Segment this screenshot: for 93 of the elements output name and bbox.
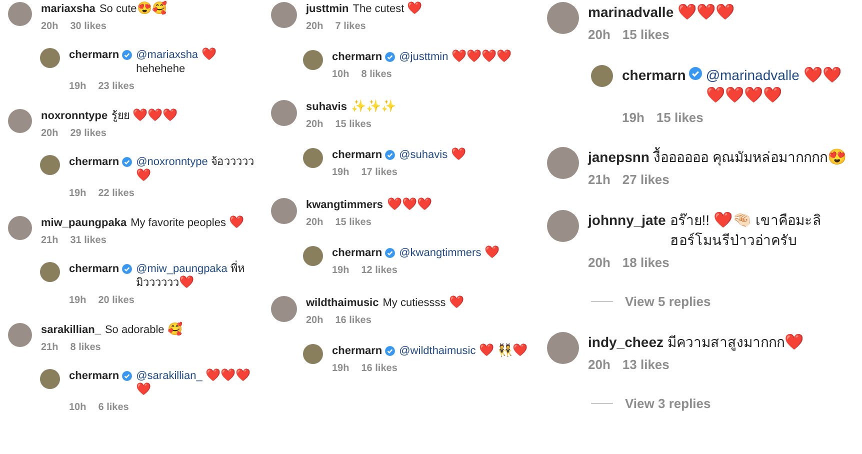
comment-time: 19h [332, 264, 350, 278]
comment-time: 20h [41, 20, 58, 34]
comment-text: ❤❤❤ [387, 198, 434, 212]
comment-time: 19h [69, 294, 86, 308]
username[interactable]: wildthaimusic [306, 296, 379, 310]
avatar [303, 148, 323, 168]
username[interactable]: chermarn [69, 262, 120, 276]
comment-time: 20h [306, 20, 324, 34]
avatar [8, 216, 32, 240]
avatar [40, 155, 60, 175]
mention-link[interactable]: @kwangtimmers [399, 247, 482, 259]
username[interactable]: indy_cheez [588, 332, 664, 352]
comment-text: @justtmin ❤❤❤❤ [399, 50, 513, 64]
comment-text: The cutest ❤ [352, 2, 424, 16]
comment-time: 20h [588, 26, 610, 44]
username[interactable]: miw_paungpaka [41, 216, 127, 230]
avatar [303, 246, 323, 266]
comment-time: 19h [69, 80, 86, 94]
comment-text: มีความสาสูงมากกก❤ [667, 332, 804, 352]
comment-time: 19h [69, 187, 86, 201]
username[interactable]: johnny_jate [588, 210, 666, 230]
comment-text: @kwangtimmers ❤ [399, 246, 501, 260]
username[interactable]: sarakillian_ [41, 323, 101, 337]
username[interactable]: chermarn [69, 48, 120, 62]
comment-text: ✨✨✨ [350, 100, 397, 114]
comment-time: 19h [332, 362, 350, 376]
mention-link[interactable]: @marinadvalle [706, 66, 800, 82]
comment-text: อร๊าย!! ❤🤏🏻 เขาคือมะลิฮอร์โมนรีป่าวอ่าครับ [670, 210, 822, 250]
comment-time: 20h [306, 216, 324, 230]
comment-time: 20h [588, 356, 610, 374]
comment-time: 20h [588, 254, 610, 272]
mention-link[interactable]: @suhavis [399, 149, 448, 161]
username[interactable]: chermarn [332, 50, 382, 64]
username[interactable]: chermarn [69, 155, 120, 169]
mention-link[interactable]: @sarakillian_ [136, 370, 202, 382]
comment-time: 19h [622, 108, 644, 126]
mention-link[interactable]: @mariaxsha [136, 49, 198, 61]
comment-time: 10h [69, 401, 86, 415]
comment-time: 21h [588, 171, 610, 189]
avatar [591, 64, 613, 86]
username[interactable]: justtmin [306, 2, 349, 16]
avatar [271, 296, 297, 322]
avatar [40, 262, 60, 282]
avatar [8, 2, 32, 26]
comment-text: รู้ยย ❤❤❤ [112, 109, 179, 123]
avatar [271, 198, 297, 224]
username[interactable]: chermarn [332, 246, 382, 260]
avatar [40, 369, 60, 389]
avatar [303, 50, 323, 70]
comment-time: 20h [306, 314, 324, 328]
username[interactable]: chermarn [622, 64, 686, 84]
avatar [8, 109, 32, 133]
comment-text: @sarakillian_ ❤❤❤❤ [136, 369, 252, 397]
comment-text: My favorite peoples ❤ [130, 216, 246, 230]
avatar [547, 147, 579, 179]
comment-text: My cutiessss ❤ [382, 296, 465, 310]
comment-time: 19h [332, 166, 350, 180]
avatar [547, 2, 579, 34]
avatar [271, 100, 297, 126]
comment-text: @marinadvalle ❤❤❤❤❤❤ [706, 66, 843, 104]
comment-text: @wildthaimusic ❤ 👯❤ [399, 344, 528, 358]
mention-link[interactable]: @miw_paungpaka [136, 263, 228, 275]
avatar [547, 332, 579, 364]
username[interactable]: chermarn [69, 369, 120, 383]
comment-text: @suhavis ❤ [399, 148, 467, 162]
avatar [8, 323, 32, 347]
comment-text: งื้ออออออ คุณมัมหล่อมากกกก😍 [653, 147, 848, 167]
username[interactable]: suhavis [306, 100, 347, 114]
comment-time: 20h [306, 118, 324, 132]
username[interactable]: chermarn [332, 148, 382, 162]
mention-link[interactable]: @justtmin [399, 51, 448, 63]
username[interactable]: chermarn [332, 344, 382, 358]
comment-text: So cute😍🥰 [99, 2, 168, 16]
comment-time: 21h [41, 341, 58, 355]
username[interactable]: janepsnn [588, 147, 650, 167]
username[interactable]: noxronntype [41, 109, 108, 123]
comment-time: 20h [41, 127, 58, 141]
username[interactable]: mariaxsha [41, 2, 96, 16]
comment-time: 10h [332, 68, 350, 82]
avatar [271, 2, 297, 28]
mention-link[interactable]: @wildthaimusic [399, 345, 476, 357]
comment-text: @noxronntype จ้อววววว ❤ [136, 155, 255, 183]
avatar [547, 210, 579, 242]
mention-link[interactable]: @noxronntype [136, 156, 208, 168]
username[interactable]: marinadvalle [588, 2, 674, 22]
avatar [303, 344, 323, 364]
comment-text: @miw_paungpaka พี่หมิวววววว❤ [136, 262, 259, 290]
comment-text: So adorable 🥰 [104, 323, 184, 337]
username[interactable]: kwangtimmers [306, 198, 384, 212]
comment-time: 21h [41, 234, 58, 248]
avatar [40, 48, 60, 68]
comment-text: ❤❤❤ [678, 3, 736, 22]
comment-text: @mariaxsha ❤ hehehehe [136, 48, 218, 76]
